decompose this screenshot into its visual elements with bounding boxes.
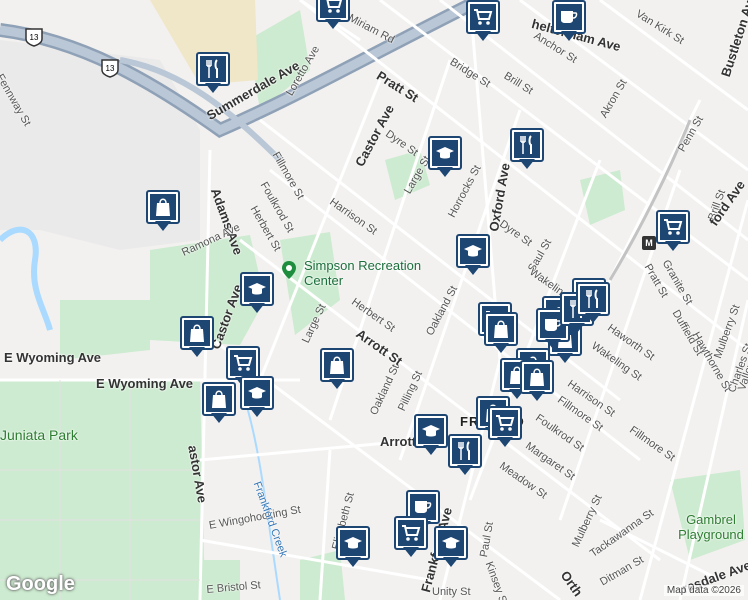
shopping-bag-icon bbox=[150, 194, 176, 220]
poi-pin[interactable] bbox=[488, 406, 522, 450]
poi-pin[interactable] bbox=[240, 376, 274, 420]
cart-icon bbox=[470, 4, 496, 30]
poi-pin[interactable] bbox=[240, 272, 274, 316]
metro-station-icon: M bbox=[642, 236, 656, 250]
poi-pin[interactable] bbox=[484, 312, 518, 356]
park-label[interactable]: Gambrel Playground bbox=[674, 512, 748, 542]
school-icon bbox=[460, 238, 486, 264]
cart-icon bbox=[398, 520, 424, 546]
cart-icon bbox=[660, 214, 686, 240]
route-13-shield: 13 bbox=[24, 27, 44, 47]
poi-pin[interactable] bbox=[520, 360, 554, 404]
cafe-icon bbox=[556, 4, 582, 30]
map-attribution[interactable]: Map data ©2026 bbox=[663, 585, 744, 596]
cart-icon bbox=[320, 0, 346, 18]
poi-pin[interactable] bbox=[466, 0, 500, 44]
poi-pin[interactable] bbox=[336, 526, 370, 570]
restaurant-icon bbox=[580, 286, 606, 312]
school-icon bbox=[418, 418, 444, 444]
school-icon bbox=[432, 140, 458, 166]
cart-icon bbox=[492, 410, 518, 436]
juniata-park-area bbox=[0, 380, 205, 600]
shopping-bag-icon bbox=[206, 386, 232, 412]
school-icon bbox=[244, 380, 270, 406]
poi-pin[interactable] bbox=[434, 526, 468, 570]
poi-pin[interactable] bbox=[316, 0, 350, 32]
poi-pin[interactable] bbox=[320, 348, 354, 392]
poi-pin[interactable] bbox=[456, 234, 490, 278]
place-marker-icon[interactable] bbox=[282, 261, 296, 279]
poi-pin[interactable] bbox=[656, 210, 690, 254]
svg-text:13: 13 bbox=[106, 64, 115, 73]
cart-icon bbox=[230, 350, 256, 376]
poi-pin[interactable] bbox=[202, 382, 236, 426]
poi-pin[interactable] bbox=[394, 516, 428, 560]
shopping-bag-icon bbox=[524, 364, 550, 390]
school-icon bbox=[340, 530, 366, 556]
poi-pin[interactable] bbox=[552, 0, 586, 44]
poi-pin[interactable] bbox=[576, 282, 610, 326]
restaurant-icon bbox=[452, 438, 478, 464]
street-label: Unity St bbox=[432, 586, 471, 598]
restaurant-icon bbox=[200, 56, 226, 82]
map-base-layer bbox=[0, 0, 748, 600]
route-13-shield: 13 bbox=[100, 58, 120, 78]
poi-pin[interactable] bbox=[146, 190, 180, 234]
park-label: Juniata Park bbox=[0, 427, 78, 443]
poi-pin[interactable] bbox=[510, 128, 544, 172]
shopping-bag-icon bbox=[184, 320, 210, 346]
poi-pin[interactable] bbox=[414, 414, 448, 458]
school-icon bbox=[438, 530, 464, 556]
poi-pin[interactable] bbox=[428, 136, 462, 180]
street-label: E Wyoming Ave bbox=[4, 350, 102, 365]
shopping-bag-icon bbox=[324, 352, 350, 378]
poi-pin[interactable] bbox=[196, 52, 230, 96]
street-label: E Wyoming Ave bbox=[96, 376, 194, 391]
poi-pin[interactable] bbox=[180, 316, 214, 360]
svg-text:13: 13 bbox=[30, 33, 39, 42]
map-canvas[interactable]: 13 13 Miriam Rd Van Kirk St Anchor St Br… bbox=[0, 0, 748, 600]
poi-pin[interactable] bbox=[448, 434, 482, 478]
shopping-bag-icon bbox=[488, 316, 514, 342]
poi-label[interactable]: Simpson Recreation Center bbox=[304, 258, 424, 288]
google-logo: Google bbox=[6, 573, 75, 595]
street-label: Arrott bbox=[380, 434, 417, 449]
restaurant-icon bbox=[514, 132, 540, 158]
school-icon bbox=[244, 276, 270, 302]
